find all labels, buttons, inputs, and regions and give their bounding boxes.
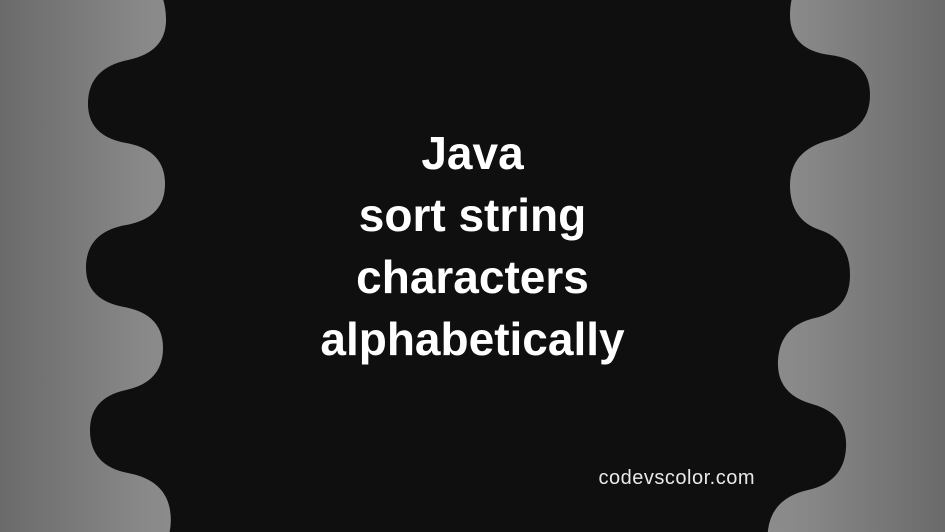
heading-line-4: alphabetically: [320, 313, 624, 365]
main-heading: Java sort string characters alphabetical…: [123, 122, 823, 370]
heading-line-3: characters: [356, 251, 589, 303]
heading-line-1: Java: [421, 127, 523, 179]
heading-line-2: sort string: [359, 189, 586, 241]
watermark-text: codevscolor.com: [599, 467, 755, 490]
